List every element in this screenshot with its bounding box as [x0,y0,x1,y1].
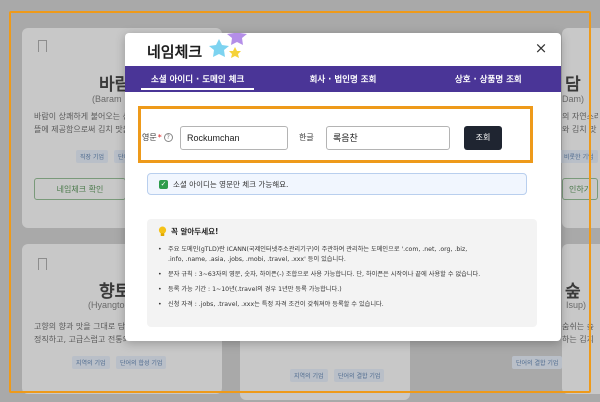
bg-card-desc: 와 김치 맛 [562,125,597,134]
bg-tag: 단어의 결합 기업 [334,369,385,382]
bg-card-subtitle: Isup) [566,300,587,310]
info-item: 주요 도메인(gTLD)란 ICANN(국제인터넷주소관리기구)이 주관하여 관… [158,245,530,255]
help-icon[interactable]: ? [163,133,173,142]
bg-card-subtitle: Dam) [562,94,584,104]
notice-text: 소셜 아이디는 영문만 체크 가능해요. [173,179,289,189]
search-button[interactable]: 조회 [464,125,502,150]
info-item: 문자 규칙 : 3~63자의 영문, 숫자, 하이픈(-) 조합으로 사용 가능… [158,270,530,280]
bg-tag: 지역의 기업 [72,356,110,369]
bg-tag: 지역의 기업 [290,369,328,382]
bg-tag: 단어의 결합 기업 [512,356,563,369]
tab-trade-name[interactable]: 상호 · 상품명 조회 [416,66,561,92]
search-form: 영문*? 한글 조회 [142,110,542,165]
bg-card-desc: 숨쉬는 숲 [562,322,594,331]
bg-card-subtitle: (Hyangto [88,300,125,310]
bg-namecheck-button[interactable]: 인하기 [562,178,598,200]
bg-card-title: 숲 [565,282,581,301]
modal-header: 네임체크 × [125,33,561,66]
notice-banner: ✓ 소셜 아이디는 영문만 체크 가능해요. [147,173,527,195]
english-name-input[interactable] [180,125,288,150]
lightbulb-icon [158,226,167,236]
bg-card-title: 담 [565,75,581,94]
info-list: 주요 도메인(gTLD)란 ICANN(국제인터넷주소관리기구)이 주관하여 관… [158,245,530,315]
bg-card-desc: 고향의 향과 맛을 그대로 담 [34,322,126,331]
required-mark: * [157,133,162,142]
info-item: 등록 가능 기간 : 1~10년(.travel의 경우 1년만 등록 가능합니… [158,285,530,295]
bg-tag: 단어의 합성 기업 [116,356,167,369]
bg-tag: 직장 기업 [76,150,108,163]
bg-card-desc: 하는 김치 [562,335,594,344]
bookmark-icon [38,258,47,270]
bg-card-subtitle: (Baram [92,94,122,104]
tab-social-domain[interactable]: 소셜 아이디 · 도메인 체크 [125,66,270,92]
korean-name-input[interactable] [326,125,450,150]
bg-card-desc: 바람이 상쾌하게 불어오는 산 [34,112,128,121]
bg-card-desc: 뜰에 제공함으로써 김치 맛을 [34,125,128,134]
bg-namecheck-button[interactable]: 네임체크 확인 [34,178,126,200]
info-title-text: 꼭 알아두세요! [171,227,219,236]
modal-title: 네임체크 [147,44,203,61]
info-title: 꼭 알아두세요! [158,226,218,237]
english-label-group: 영문 *? [142,132,180,143]
bookmark-icon [38,40,47,52]
check-icon: ✓ [159,179,168,189]
tab-company-name[interactable]: 회사 · 법인명 조회 [270,66,415,92]
close-button[interactable]: × [533,39,549,57]
info-item-continued: .info, .name, .asia, .jobs, .mobi, .trav… [168,256,346,263]
english-label: 영문 [142,133,157,142]
namecheck-modal: 네임체크 × 소셜 아이디 · 도메인 체크 회사 · 법인명 조회 상호 · … [125,33,561,341]
bg-card-desc: 정직하고, 고급스럽고 전통의 [34,335,126,344]
tab-bar: 소셜 아이디 · 도메인 체크 회사 · 법인명 조회 상호 · 상품명 조회 [125,66,561,92]
korean-label: 한글 [299,133,314,142]
bg-card-sup [562,244,600,394]
info-box: 꼭 알아두세요! 주요 도메인(gTLD)란 ICANN(국제인터넷주소관리기구… [147,219,537,327]
bg-tag: 비롯한 기업 [560,150,598,163]
info-item: 신청 자격 : .jobs, .travel, .xxx는 특정 자격 조건이 … [158,300,530,310]
bg-card-desc: 의 자연스러 [562,112,598,121]
